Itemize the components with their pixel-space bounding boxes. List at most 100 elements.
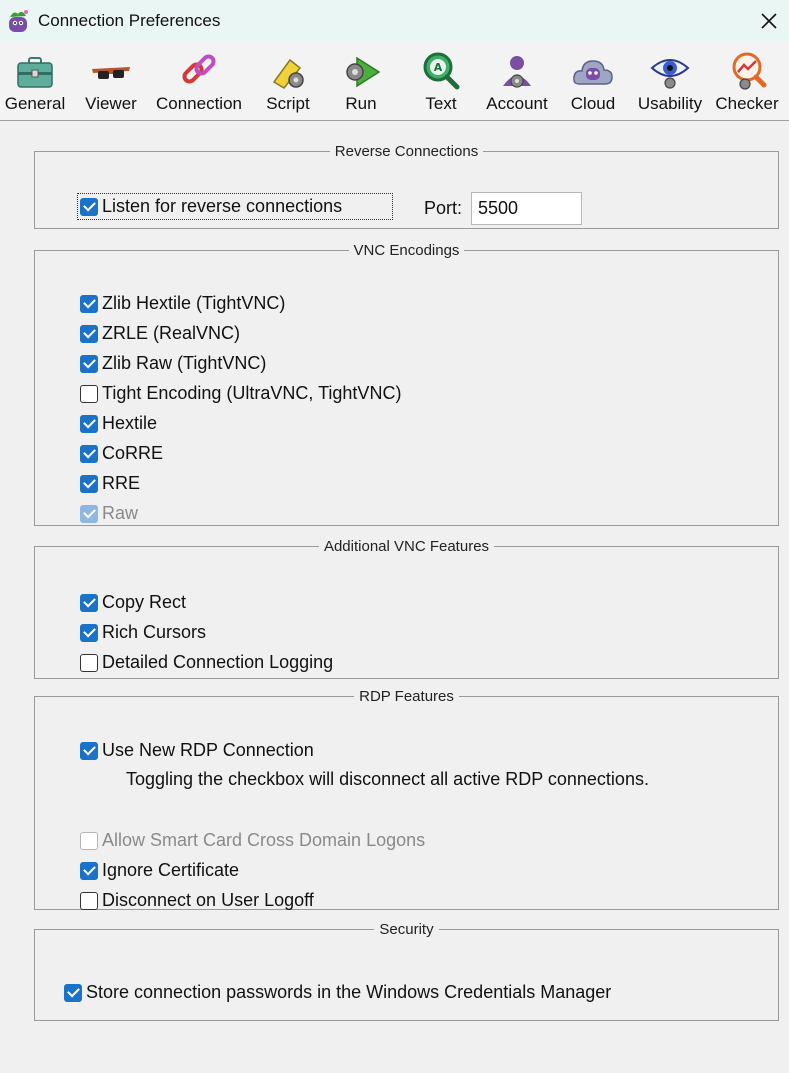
disconnect-logoff-checkbox[interactable]: Disconnect on User Logoff [80,890,314,911]
window-title: Connection Preferences [38,11,221,30]
checkbox-label: RRE [102,473,141,493]
eye-icon [650,59,690,89]
toolbar-viewer[interactable]: Viewer [82,42,140,121]
checkbox-label: Zlib Raw (TightVNC) [102,353,267,373]
port-label: Port: [424,198,463,218]
text-search-icon: A [423,52,460,90]
toolbar-script[interactable]: Script [262,42,314,121]
checkbox-box [80,741,98,760]
security-group: Security Store connection passwords in t… [34,921,779,1021]
checkbox-box [80,593,98,612]
run-gear-icon [346,56,381,88]
group-legend: Additional VNC Features [323,538,490,555]
encoding-zrle-checkbox[interactable]: ZRLE (RealVNC) [80,323,240,344]
toolbox-icon [17,57,53,88]
checkbox-label: Hextile [102,413,158,433]
toolbar-label: Text [425,94,457,113]
title-bar: Connection Preferences [0,0,789,42]
checkbox-label: Raw [102,503,139,523]
toolbar-label: Cloud [570,94,616,113]
toolbar-label: Account [486,94,548,113]
smart-card-checkbox: Allow Smart Card Cross Domain Logons [80,830,425,851]
group-legend: VNC Encodings [353,242,460,259]
toolbar-label: Run [345,94,377,113]
encoding-zlib-raw-checkbox[interactable]: Zlib Raw (TightVNC) [80,353,266,374]
checkbox-label: Store connection passwords in the Window… [86,982,612,1002]
checkbox-label: Rich Cursors [102,622,207,642]
toolbar-label: Usability [637,94,703,113]
checkbox-label: Zlib Hextile (TightVNC) [102,293,286,313]
encoding-raw-checkbox: Raw [80,503,138,524]
svg-text:A: A [434,61,443,74]
encoding-rre-checkbox[interactable]: RRE [80,473,140,494]
toolbar-connection[interactable]: Connection [154,42,244,121]
group-legend: Security [379,921,434,938]
additional-vnc-features-group: Additional VNC Features Copy Rect Rich C… [34,538,779,679]
group-legend: Reverse Connections [334,143,479,160]
checkbox-box [80,891,98,910]
encoding-zlib-hextile-checkbox[interactable]: Zlib Hextile (TightVNC) [80,293,285,314]
checkbox-label: Allow Smart Card Cross Domain Logons [102,830,426,850]
store-passwords-checkbox[interactable]: Store connection passwords in the Window… [64,982,611,1003]
checkbox-label: Copy Rect [102,592,187,612]
encoding-hextile-checkbox[interactable]: Hextile [80,413,157,434]
checkbox-box [80,414,98,433]
checkbox-box [80,294,98,313]
toolbar-usability[interactable]: Usability [638,42,702,121]
toolbar-cloud[interactable]: Cloud [570,42,616,121]
listen-reverse-checkbox[interactable]: Listen for reverse connections [76,193,394,220]
checkbox-box [80,444,98,463]
vnc-encodings-group: VNC Encodings Zlib Hextile (TightVNC) ZR… [34,242,779,526]
checkbox-box [80,197,98,216]
checkbox-box [80,623,98,642]
copy-rect-checkbox[interactable]: Copy Rect [80,592,186,613]
use-new-rdp-checkbox[interactable]: Use New RDP Connection [80,740,314,761]
script-gear-icon [272,58,304,89]
app-logo-icon [9,10,28,32]
close-button[interactable] [749,0,789,42]
rich-cursors-checkbox[interactable]: Rich Cursors [80,622,206,643]
checkbox-label: Detailed Connection Logging [102,652,334,672]
toolbar-label: General [4,94,66,113]
account-gear-icon [503,56,531,88]
toolbar-label: Viewer [85,94,137,113]
toolbar-general[interactable]: General [4,42,66,121]
checkbox-box [80,474,98,493]
encoding-corre-checkbox[interactable]: CoRRE [80,443,163,464]
toolbar-text[interactable]: A Text [420,42,462,121]
checkbox-box [80,354,98,373]
glasses-icon [92,67,130,79]
toolbar-label: Checker [715,94,779,113]
encoding-tight-checkbox[interactable]: Tight Encoding (UltraVNC, TightVNC) [80,383,401,404]
group-legend: RDP Features [359,688,454,705]
checkbox-label: ZRLE (RealVNC) [102,323,241,343]
checker-icon [732,52,767,90]
checkbox-box [80,384,98,403]
chain-link-icon [182,54,216,84]
checkbox-box [80,831,98,850]
toolbar-label: Connection [155,94,242,113]
rdp-features-group: RDP Features Use New RDP Connection Togg… [34,688,779,910]
toolbar-run[interactable]: Run [340,42,382,121]
checkbox-box [80,861,98,880]
ignore-certificate-checkbox[interactable]: Ignore Certificate [80,860,239,881]
checkbox-label: Ignore Certificate [102,860,240,880]
checkbox-label: CoRRE [102,443,164,463]
checkbox-label: Disconnect on User Logoff [102,890,314,910]
reverse-connections-group: Reverse Connections Listen for reverse c… [34,143,779,229]
toolbar-account[interactable]: Account [484,42,550,121]
checkbox-box [64,983,82,1002]
checkbox-box [80,324,98,343]
checkbox-label: Listen for reverse connections [102,196,343,216]
checkbox-box [80,504,98,523]
rdp-toggle-note: Toggling the checkbox will disconnect al… [126,769,649,789]
cloud-icon [573,60,613,85]
preferences-toolbar: General Viewer Connection Script Run A T… [0,42,789,121]
toolbar-label: Script [266,94,310,113]
toolbar-checker[interactable]: Checker [715,42,779,121]
close-icon [761,13,777,29]
checkbox-box [80,653,98,672]
port-input[interactable] [471,192,582,225]
checkbox-label: Use New RDP Connection [102,740,314,760]
detailed-logging-checkbox[interactable]: Detailed Connection Logging [80,652,333,673]
